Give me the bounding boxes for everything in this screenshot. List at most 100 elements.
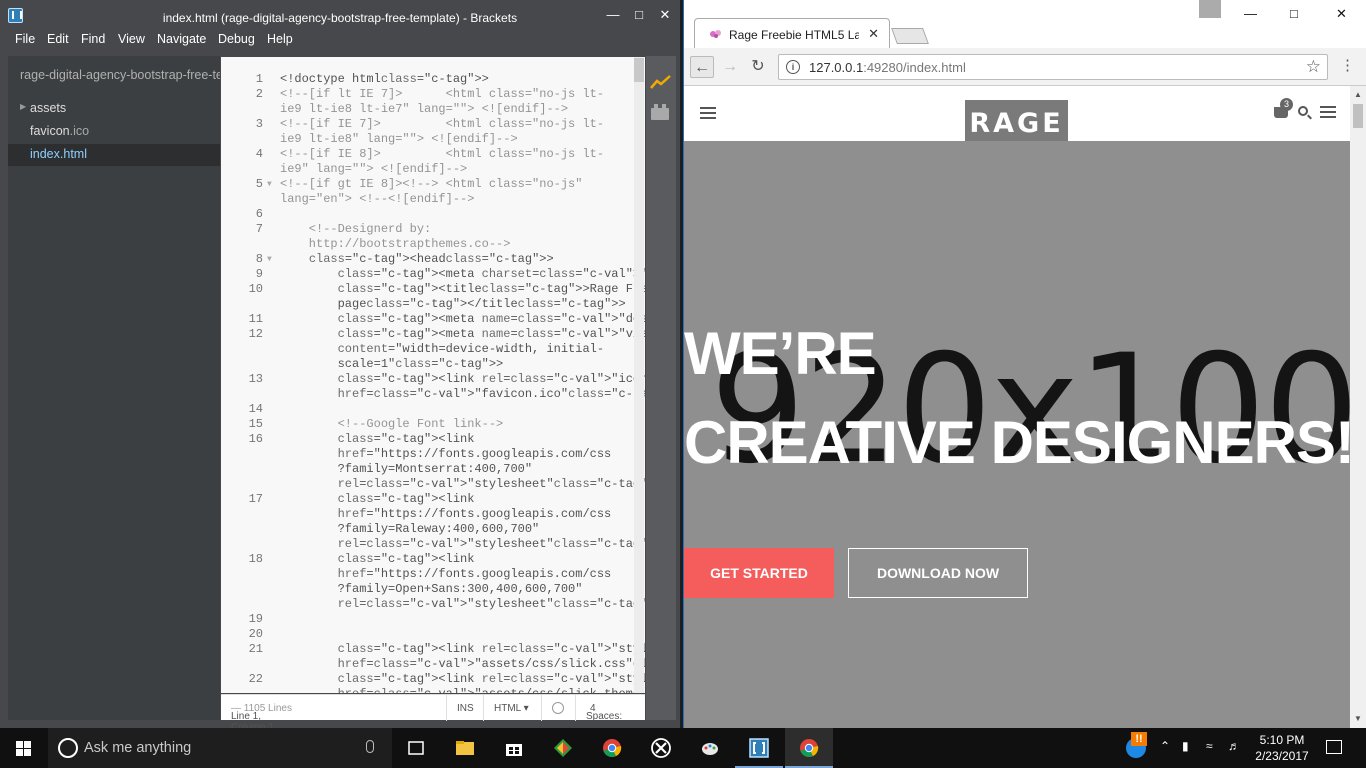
- xbox-icon: [651, 738, 671, 758]
- forward-icon[interactable]: →: [718, 56, 742, 78]
- taskbar-chrome[interactable]: [588, 728, 636, 768]
- back-icon[interactable]: ←: [690, 56, 714, 78]
- reload-icon[interactable]: ↻: [746, 56, 770, 78]
- system-clock[interactable]: 5:10 PM 2/23/2017: [1250, 732, 1314, 764]
- menu-view[interactable]: View: [118, 32, 145, 46]
- flower-favicon-icon: [710, 30, 721, 38]
- line-number: 20: [248, 627, 263, 641]
- taskbar-git-extensions[interactable]: [539, 728, 587, 768]
- brackets-icon: [749, 738, 769, 758]
- chrome-icon: [800, 739, 819, 757]
- left-menu-icon[interactable]: [700, 107, 716, 119]
- wifi-icon[interactable]: ≈: [1206, 739, 1213, 753]
- site-header: RAGE 3: [684, 86, 1350, 148]
- start-tile: [24, 749, 31, 756]
- project-sidebar: rage-digital-agency-bootstrap-free-templ…: [8, 56, 220, 720]
- search-icon[interactable]: [1298, 106, 1308, 116]
- download-now-button[interactable]: DOWNLOAD NOW: [848, 548, 1028, 598]
- live-preview-icon[interactable]: [650, 74, 672, 90]
- address-bar[interactable]: i 127.0.0.1:49280/index.html ☆: [778, 54, 1328, 80]
- maximize-button[interactable]: □: [630, 7, 648, 23]
- taskbar-paint[interactable]: [686, 728, 734, 768]
- tree-folder-assets[interactable]: ▶ assets: [8, 98, 220, 120]
- language-select[interactable]: HTML ▾: [494, 703, 529, 714]
- taskbar-xbox[interactable]: [637, 728, 685, 768]
- editor-scrollbar[interactable]: [634, 57, 644, 693]
- minimize-button[interactable]: —: [1244, 6, 1257, 21]
- taskbar-chrome-active[interactable]: [785, 728, 833, 768]
- code-text: class="c-tag"><meta charset=class="c-val…: [337, 267, 645, 281]
- editor-scrollbar-thumb[interactable]: [634, 58, 644, 82]
- page-scrollbar-thumb[interactable]: [1353, 104, 1363, 128]
- bookmark-star-icon[interactable]: ☆: [1306, 57, 1321, 77]
- scroll-down-icon[interactable]: ▼: [1354, 714, 1362, 723]
- hero-heading-line-2: CREATIVE DESIGNERS!: [684, 409, 1350, 476]
- window-title: index.html (rage-digital-agency-bootstra…: [162, 11, 518, 25]
- code-text: ie9" lang=""> <![endif]-->: [280, 162, 468, 176]
- hero-heading-line-1: WE’RE: [684, 320, 877, 387]
- line-number: 15: [248, 417, 263, 431]
- cortana-search-box[interactable]: Ask me anything: [48, 728, 392, 768]
- code-editor[interactable]: 1 <!doctype htmlclass="c-tag">> 2 <!--[if l…: [221, 57, 645, 693]
- close-button[interactable]: ✕: [1336, 6, 1347, 22]
- tree-file-favicon[interactable]: favicon.ico: [8, 121, 220, 143]
- menu-navigate[interactable]: Navigate: [157, 32, 206, 46]
- line-number: 7: [255, 222, 263, 236]
- browser-tab[interactable]: Rage Freebie HTML5 Lan ✕: [694, 18, 890, 48]
- tree-item-ext: .html: [59, 147, 87, 161]
- project-title[interactable]: rage-digital-agency-bootstrap-free-templ…: [20, 68, 220, 82]
- linter-icon[interactable]: [552, 702, 564, 714]
- folder-icon: [456, 741, 474, 755]
- microphone-icon[interactable]: [366, 740, 374, 753]
- right-menu-icon[interactable]: [1320, 106, 1336, 118]
- chevron-right-icon[interactable]: ▶: [20, 102, 26, 111]
- code-text: ?family=Montserrat:400,700": [280, 462, 533, 476]
- insert-mode[interactable]: INS: [457, 703, 474, 714]
- tree-item-label: favicon: [30, 124, 70, 138]
- menu-debug[interactable]: Debug: [218, 32, 255, 46]
- status-separator: [541, 695, 542, 721]
- tray-warning-badge: !!: [1131, 732, 1147, 746]
- close-button[interactable]: ✕: [656, 7, 674, 23]
- windows-start-icon[interactable]: [16, 741, 32, 757]
- taskbar-file-explorer[interactable]: [441, 728, 489, 768]
- get-started-button[interactable]: GET STARTED: [684, 548, 834, 598]
- clock-time: 5:10 PM: [1259, 733, 1305, 747]
- scroll-up-icon[interactable]: ▲: [1354, 90, 1362, 99]
- cart-count-badge: 3: [1280, 98, 1293, 111]
- chrome-menu-icon[interactable]: ⋮: [1340, 56, 1355, 74]
- fold-arrow-icon[interactable]: ▼: [267, 252, 272, 267]
- indent-setting[interactable]: Spaces: 4: [586, 703, 622, 722]
- page-scrollbar[interactable]: [1350, 86, 1366, 728]
- url-text[interactable]: 127.0.0.1:49280/index.html: [809, 60, 966, 75]
- extension-manager-icon[interactable]: [651, 104, 669, 120]
- line-number: 6: [255, 207, 263, 221]
- show-hidden-icons[interactable]: ⌃: [1160, 739, 1170, 753]
- tree-file-index[interactable]: index.html: [8, 144, 220, 166]
- info-icon[interactable]: i: [786, 60, 800, 74]
- taskbar: Ask me anything !! ⌃ ▮ ≈ ♬ 5:10 PM 2/23/…: [0, 728, 1366, 768]
- tab-close-icon[interactable]: ✕: [868, 26, 879, 42]
- taskbar-store[interactable]: [490, 728, 538, 768]
- taskbar-brackets[interactable]: [735, 728, 783, 768]
- menu-bar: File Edit Find View Navigate Debug Help: [0, 30, 680, 50]
- battery-icon[interactable]: ▮: [1182, 739, 1189, 753]
- new-tab-button[interactable]: [891, 28, 929, 44]
- task-view-button[interactable]: [392, 728, 440, 768]
- status-bar: Line 1, Column 1 — 1105 Lines INS HTML ▾…: [221, 694, 645, 733]
- profile-avatar[interactable]: [1199, 0, 1221, 18]
- maximize-button[interactable]: □: [1290, 6, 1298, 21]
- menu-find[interactable]: Find: [81, 32, 105, 46]
- minimize-button[interactable]: —: [604, 7, 622, 23]
- task-view-icon: [408, 741, 424, 755]
- volume-icon[interactable]: ♬: [1228, 739, 1240, 753]
- menu-edit[interactable]: Edit: [47, 32, 69, 46]
- brackets-titlebar[interactable]: index.html (rage-digital-agency-bootstra…: [0, 0, 680, 30]
- right-toolbar: [646, 56, 676, 720]
- menu-help[interactable]: Help: [267, 32, 293, 46]
- action-center-icon[interactable]: [1326, 740, 1342, 754]
- code-text: class="c-tag"><meta name=class="c-val">"…: [337, 312, 645, 326]
- menu-file[interactable]: File: [15, 32, 35, 46]
- code-text: ie9 lt-ie8 lt-ie7" lang=""> <![endif]-->: [280, 102, 569, 116]
- fold-arrow-icon[interactable]: ▼: [267, 177, 272, 192]
